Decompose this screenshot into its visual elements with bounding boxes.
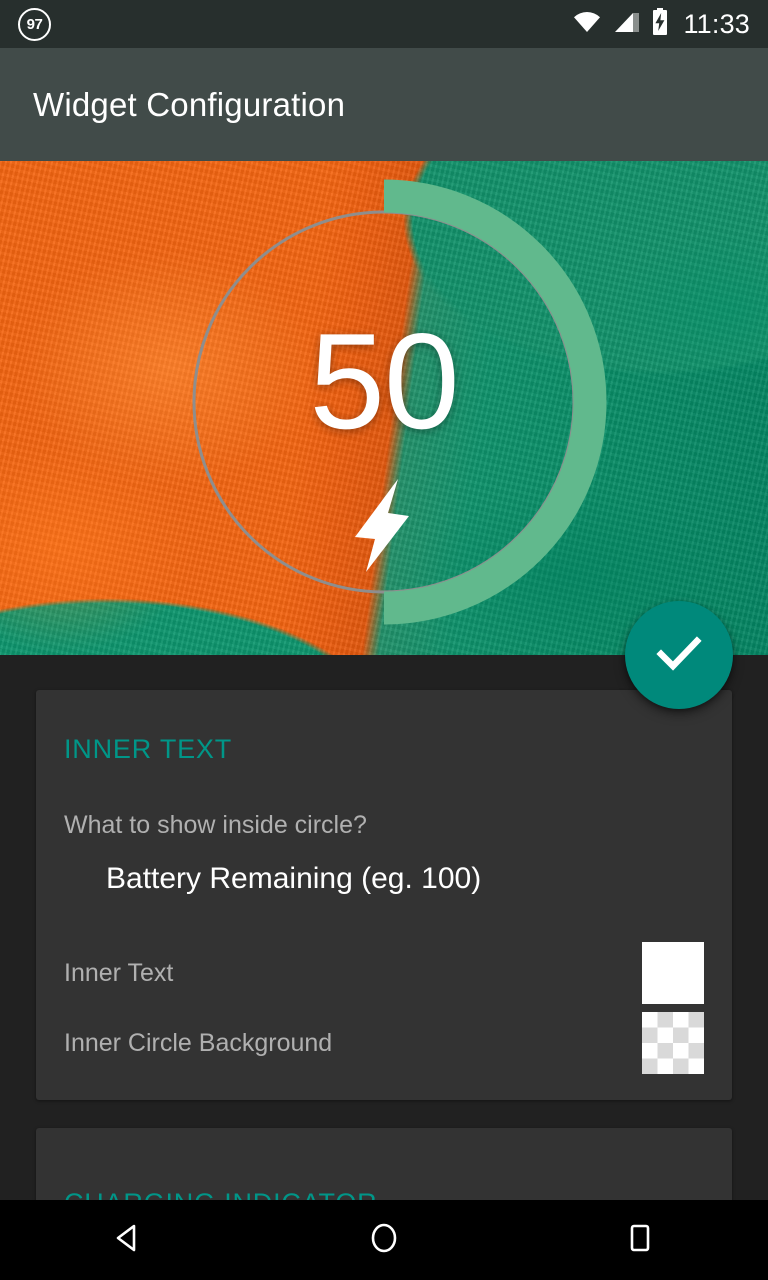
- status-bar: 97 11:33: [0, 0, 768, 48]
- phone-screen: 97 11:33 Widget Configuration 50 INNER T…: [0, 0, 768, 1280]
- nav-back-button[interactable]: [53, 1200, 203, 1280]
- confirm-fab-button[interactable]: [625, 601, 733, 709]
- status-bar-left: 97: [18, 7, 51, 41]
- pref-inner-circle-background-color[interactable]: Inner Circle Background: [36, 1008, 732, 1078]
- card-header-charging-indicator: CHARGING INDICATOR: [36, 1128, 732, 1200]
- pref-inner-text-color-label: Inner Text: [64, 958, 174, 987]
- check-icon: [653, 627, 705, 684]
- nav-recents-button[interactable]: [565, 1200, 715, 1280]
- notification-badge-icon: 97: [18, 7, 51, 41]
- card-charging-indicator: CHARGING INDICATOR: [36, 1128, 732, 1200]
- widget-preview[interactable]: 50: [0, 161, 768, 655]
- nav-home-button[interactable]: [309, 1200, 459, 1280]
- pref-inner-circle-background-label: Inner Circle Background: [64, 1028, 333, 1057]
- android-navigation-bar: [0, 1200, 768, 1280]
- status-bar-right: 11:33: [572, 7, 750, 41]
- gauge-value-text: 50: [309, 305, 459, 457]
- home-circle-icon: [366, 1220, 402, 1261]
- battery-charging-icon: [651, 7, 669, 41]
- pref-question-value: Battery Remaining (eg. 100): [106, 862, 482, 895]
- settings-scroll-area[interactable]: INNER TEXT What to show inside circle? B…: [0, 655, 768, 1200]
- notification-badge-value: 97: [26, 15, 43, 33]
- pref-inner-text-color[interactable]: Inner Text: [36, 938, 732, 1008]
- color-swatch-inner-circle-background[interactable]: [642, 1012, 704, 1074]
- card-inner-text: INNER TEXT What to show inside circle? B…: [36, 690, 732, 1100]
- page-title: Widget Configuration: [33, 85, 346, 123]
- status-bar-clock: 11:33: [683, 8, 750, 39]
- wifi-icon: [572, 10, 602, 39]
- back-triangle-icon: [110, 1220, 146, 1261]
- pref-question-label: What to show inside circle?: [64, 811, 367, 839]
- card-header-inner-text: INNER TEXT: [64, 734, 233, 764]
- lightning-bolt-icon: [355, 479, 409, 572]
- pref-inner-text-source[interactable]: What to show inside circle? Battery Rema…: [36, 765, 732, 896]
- color-swatch-inner-text[interactable]: [642, 942, 704, 1004]
- app-bar: Widget Configuration: [0, 48, 768, 161]
- signal-icon: [613, 10, 640, 39]
- recents-square-icon: [622, 1220, 658, 1261]
